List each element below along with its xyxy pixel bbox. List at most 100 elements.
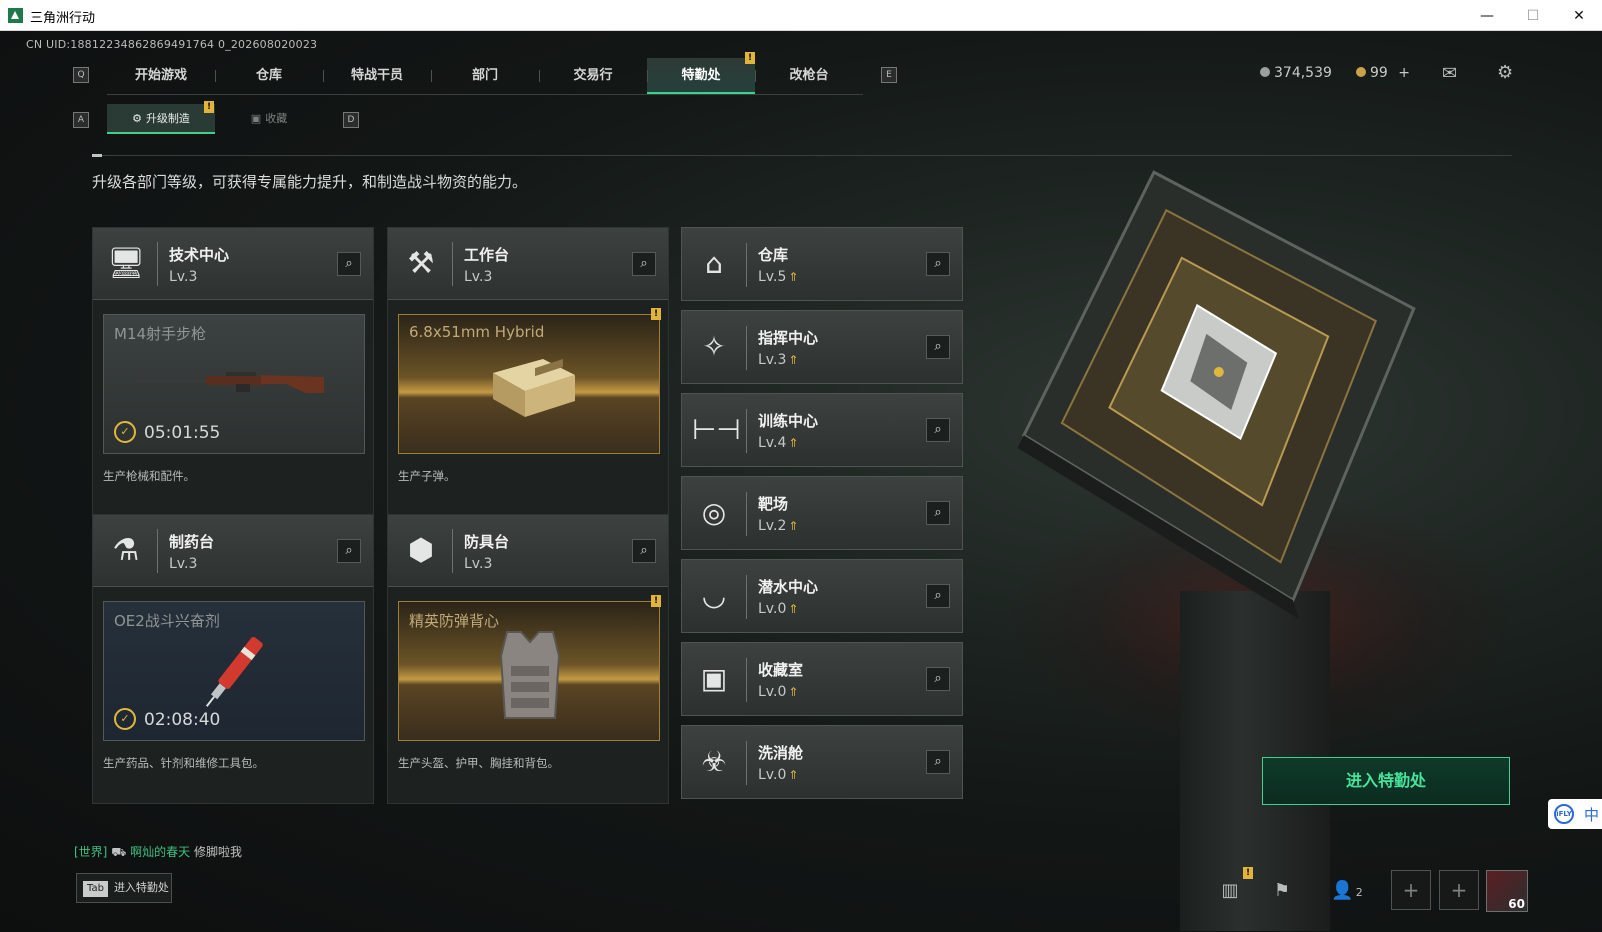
player-level: 60 — [1508, 897, 1525, 911]
card-armor-bench[interactable]: ⬢ 防具台 Lv.3 ⌕ 精英防弹背心 ! 生产头盔、护甲、胸挂和背包。 — [387, 514, 669, 804]
minimize-button[interactable]: — — [1464, 4, 1510, 28]
close-window-button[interactable]: ✕ — [1556, 4, 1602, 28]
tab-special-ops[interactable]: 特勤处 — [647, 58, 755, 94]
subtab-collection[interactable]: ▣ 收藏 — [215, 104, 323, 134]
tab-departments[interactable]: 部门 — [431, 58, 539, 94]
facility-row-warehouse[interactable]: ⌂ 仓库 Lv.5 ⇑ ⌕ — [681, 227, 963, 301]
search-icon[interactable]: ⌕ — [926, 418, 950, 442]
level-value: Lv.5 — [758, 269, 787, 285]
facility-name: 指挥中心 — [758, 329, 819, 347]
squad-slot-1[interactable]: + — [1391, 870, 1431, 910]
subtab-upgrade-craft[interactable]: ⚙ 升级制造 — [107, 104, 215, 134]
collection-tab-icon: ▣ — [250, 112, 262, 125]
production-slot[interactable]: OE2战斗兴奋剂 ✓ 02:08:40 — [103, 601, 365, 741]
production-alert-badge: ! — [651, 595, 661, 607]
search-icon[interactable]: ⌕ — [926, 584, 950, 608]
app-logo-icon — [8, 8, 23, 23]
ime-indicator[interactable]: iFLY 中 — [1548, 799, 1602, 829]
add-currency-button[interactable]: + — [1398, 65, 1410, 81]
production-slot[interactable]: M14射手步枪 ✓ 05:01:55 — [103, 314, 365, 454]
warehouse-icon: ⌂ — [705, 247, 723, 280]
tab-gunsmith[interactable]: 改枪台 — [755, 58, 863, 94]
facility-level: Lv.0 ⇑ — [758, 601, 798, 617]
search-icon[interactable]: ⌕ — [337, 539, 361, 563]
facility-row-training-center[interactable]: ⊢⊣ 训练中心 Lv.4 ⇑ ⌕ — [681, 393, 963, 467]
facility-name: 洗消舱 — [758, 744, 804, 762]
timer-value: 05:01:55 — [144, 423, 221, 443]
card-header: ⚗ 制药台 Lv.3 ⌕ — [93, 515, 373, 587]
premium-amount: 99 — [1370, 65, 1388, 81]
tab-warehouse[interactable]: 仓库 — [215, 58, 323, 94]
rifle-icon — [136, 372, 324, 393]
stats-alert-badge: ! — [1243, 867, 1253, 879]
nav-prev-key-hint: Q — [73, 67, 89, 83]
level-value: Lv.0 — [758, 601, 787, 617]
player-avatar[interactable]: 60 — [1486, 870, 1528, 912]
mail-icon[interactable]: ✉ — [1442, 63, 1457, 84]
command-icon: ✧ — [702, 330, 726, 363]
production-timer: ✓ 05:01:55 — [114, 420, 221, 443]
upgrade-available-icon: ⇑ — [788, 685, 799, 699]
search-icon[interactable]: ⌕ — [337, 252, 361, 276]
search-icon[interactable]: ⌕ — [926, 335, 950, 359]
premium-balance[interactable]: 99 + — [1356, 65, 1410, 81]
search-icon[interactable]: ⌕ — [632, 539, 656, 563]
ime-language: 中 — [1584, 806, 1600, 824]
facility-row-decon-chamber[interactable]: ☣ 洗消舱 Lv.0 ⇑ ⌕ — [681, 725, 963, 799]
coin-icon — [1260, 67, 1270, 77]
search-icon[interactable]: ⌕ — [926, 667, 950, 691]
row-separator — [746, 409, 747, 453]
card-workbench[interactable]: ⚒ 工作台 Lv.3 ⌕ 6.8x51mm Hybrid ! 生产子弹。 — [387, 227, 669, 517]
microscope-icon: ⚗ — [112, 533, 140, 568]
enter-special-ops-button[interactable]: 进入特勤处 — [1262, 757, 1510, 805]
vest-icon — [499, 631, 561, 719]
gear-icon[interactable]: ⚙ — [1497, 62, 1513, 83]
search-icon[interactable]: ⌕ — [926, 501, 950, 525]
syringe-icon — [205, 636, 263, 707]
upgrade-available-icon: ⇑ — [788, 270, 799, 284]
ifly-logo-icon: iFLY — [1554, 804, 1574, 824]
card-pharmacy[interactable]: ⚗ 制药台 Lv.3 ⌕ OE2战斗兴奋剂 ✓ 02:08:40 生产药品、针剂和… — [92, 514, 374, 804]
facility-row-shooting-range[interactable]: ◎ 靶场 Lv.2 ⇑ ⌕ — [681, 476, 963, 550]
chat-message[interactable]: [世界] ⛟ 啊灿的春天 修脚啦我 — [74, 843, 242, 861]
upgrade-available-icon: ⇑ — [788, 602, 799, 616]
decon-icon: ☣ — [701, 745, 727, 778]
production-alert-badge: ! — [651, 308, 661, 320]
nav-next-key-hint: E — [881, 67, 897, 83]
ammo-box-icon — [493, 359, 575, 417]
chat-text: 修脚啦我 — [193, 845, 242, 859]
timer-value: 02:08:40 — [144, 710, 221, 730]
upgrade-available-icon: ⇑ — [788, 519, 799, 533]
facility-row-collection-room[interactable]: ▣ 收藏室 Lv.0 ⇑ ⌕ — [681, 642, 963, 716]
dumbbell-icon: ⊢⊣ — [692, 413, 741, 446]
hammer-icon: ⚒ — [407, 246, 435, 281]
facility-row-diving-center[interactable]: ◡ 潜水中心 Lv.0 ⇑ ⌕ — [681, 559, 963, 633]
facility-level: Lv.4 ⇑ — [758, 435, 798, 451]
production-slot[interactable]: 6.8x51mm Hybrid — [398, 314, 660, 454]
facility-description: 生产子弹。 — [398, 469, 456, 483]
tab-key-hint[interactable]: Tab 进入特勤处 — [76, 873, 172, 903]
search-icon[interactable]: ⌕ — [632, 252, 656, 276]
friends-button[interactable]: 👤 2 — [1322, 871, 1372, 911]
subtab-alert-badge: ! — [204, 101, 214, 113]
facility-row-command-center[interactable]: ✧ 指挥中心 Lv.3 ⇑ ⌕ — [681, 310, 963, 384]
window-title: 三角洲行动 — [30, 11, 96, 26]
level-value: Lv.4 — [758, 435, 787, 451]
level-value: Lv.3 — [758, 352, 787, 368]
coin-amount: 374,539 — [1274, 65, 1332, 81]
facility-level: Lv.3 ⇑ — [758, 352, 798, 368]
tab-start-game[interactable]: 开始游戏 — [107, 58, 215, 94]
maximize-button[interactable]: ☐ — [1510, 4, 1556, 28]
facility-name: 技术中心 — [169, 246, 230, 264]
subnav-prev-key-hint: A — [73, 112, 89, 128]
card-tech-center[interactable]: 🖥 技术中心 Lv.3 ⌕ M14射手步枪 ✓ 05:01:55 生产枪械和配件。 — [92, 227, 374, 517]
production-slot[interactable]: 精英防弹背心 — [398, 601, 660, 741]
coin-balance[interactable]: 374,539 — [1260, 65, 1332, 81]
search-icon[interactable]: ⌕ — [926, 750, 950, 774]
squad-slot-2[interactable]: + — [1439, 870, 1479, 910]
tab-operators[interactable]: 特战干员 — [323, 58, 431, 94]
flag-icon[interactable]: ⚑ — [1262, 871, 1302, 911]
facility-name: 工作台 — [464, 246, 510, 264]
tab-trading[interactable]: 交易行 — [539, 58, 647, 94]
search-icon[interactable]: ⌕ — [926, 252, 950, 276]
